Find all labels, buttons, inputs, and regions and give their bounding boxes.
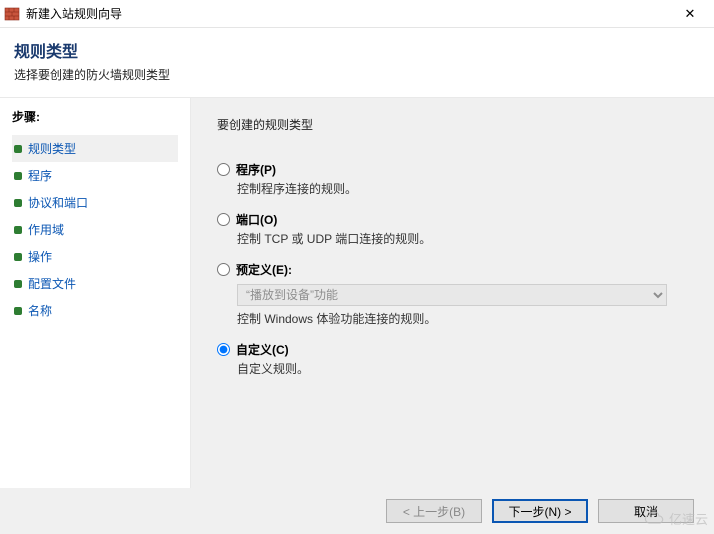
option-desc: 控制程序连接的规则。: [237, 180, 688, 197]
window-title: 新建入站规则向导: [26, 5, 670, 22]
option-label: 端口(O): [236, 211, 277, 228]
option-desc: 控制 TCP 或 UDP 端口连接的规则。: [237, 230, 688, 247]
bullet-icon: [14, 172, 22, 180]
radio-port[interactable]: [217, 213, 230, 226]
bullet-icon: [14, 253, 22, 261]
bullet-icon: [14, 226, 22, 234]
sidebar-item-label: 配置文件: [28, 275, 76, 292]
firewall-icon: [4, 6, 20, 22]
radio-program[interactable]: [217, 163, 230, 176]
back-button: < 上一步(B): [386, 499, 482, 523]
bullet-icon: [14, 145, 22, 153]
cancel-button[interactable]: 取消: [598, 499, 694, 523]
bullet-icon: [14, 280, 22, 288]
sidebar-item-label: 协议和端口: [28, 194, 88, 211]
option-label: 程序(P): [236, 161, 276, 178]
option-custom: 自定义(C) 自定义规则。: [217, 341, 688, 377]
option-label: 自定义(C): [236, 341, 289, 358]
option-port: 端口(O) 控制 TCP 或 UDP 端口连接的规则。: [217, 211, 688, 247]
page-heading: 规则类型: [14, 38, 700, 62]
bullet-icon: [14, 307, 22, 315]
option-predefined: 预定义(E): “播放到设备”功能 控制 Windows 体验功能连接的规则。: [217, 261, 688, 327]
steps-sidebar: 步骤: 规则类型 程序 协议和端口 作用域 操作 配置文件 名称: [0, 97, 190, 499]
sidebar-item-ruletype[interactable]: 规则类型: [12, 135, 178, 162]
close-button[interactable]: ✕: [670, 4, 710, 24]
wizard-footer: < 上一步(B) 下一步(N) > 取消: [0, 488, 714, 534]
next-button[interactable]: 下一步(N) >: [492, 499, 588, 523]
sidebar-item-protocol[interactable]: 协议和端口: [12, 189, 178, 216]
sidebar-item-scope[interactable]: 作用域: [12, 216, 178, 243]
option-desc: 控制 Windows 体验功能连接的规则。: [237, 310, 688, 327]
titlebar: 新建入站规则向导 ✕: [0, 0, 714, 28]
radio-custom[interactable]: [217, 343, 230, 356]
sidebar-item-program[interactable]: 程序: [12, 162, 178, 189]
sidebar-item-label: 规则类型: [28, 140, 76, 157]
predefined-select: “播放到设备”功能: [237, 284, 667, 306]
sidebar-item-label: 作用域: [28, 221, 64, 238]
page-subtitle: 选择要创建的防火墙规则类型: [14, 66, 700, 83]
radio-predefined[interactable]: [217, 263, 230, 276]
steps-title: 步骤:: [12, 108, 178, 125]
sidebar-item-action[interactable]: 操作: [12, 243, 178, 270]
main-prompt: 要创建的规则类型: [217, 116, 688, 133]
main-panel: 要创建的规则类型 程序(P) 控制程序连接的规则。 端口(O) 控制 TCP 或…: [190, 97, 714, 499]
sidebar-item-name[interactable]: 名称: [12, 297, 178, 324]
sidebar-item-label: 操作: [28, 248, 52, 265]
wizard-header: 规则类型 选择要创建的防火墙规则类型: [0, 28, 714, 97]
option-program: 程序(P) 控制程序连接的规则。: [217, 161, 688, 197]
bullet-icon: [14, 199, 22, 207]
sidebar-item-label: 名称: [28, 302, 52, 319]
option-desc: 自定义规则。: [237, 360, 688, 377]
option-label: 预定义(E):: [236, 261, 292, 278]
sidebar-item-label: 程序: [28, 167, 52, 184]
sidebar-item-profile[interactable]: 配置文件: [12, 270, 178, 297]
